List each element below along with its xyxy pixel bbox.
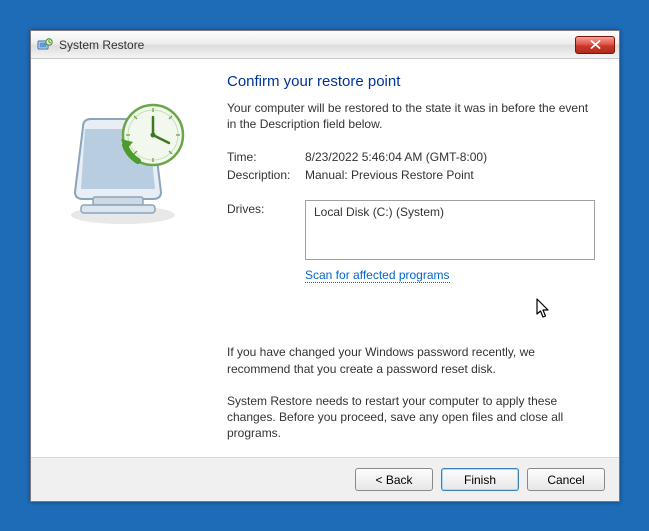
illustration-column <box>53 71 223 457</box>
description-label: Description: <box>227 168 305 182</box>
drives-listbox[interactable]: Local Disk (C:) (System) <box>305 200 595 260</box>
scan-link-row: Scan for affected programs <box>305 268 595 282</box>
system-restore-window: System Restore <box>30 30 620 502</box>
cancel-button[interactable]: Cancel <box>527 468 605 491</box>
time-row: Time: 8/23/2022 5:46:04 AM (GMT-8:00) <box>227 150 595 164</box>
restart-note: System Restore needs to restart your com… <box>227 393 595 442</box>
description-value: Manual: Previous Restore Point <box>305 168 474 182</box>
close-button[interactable] <box>575 36 615 54</box>
password-note: If you have changed your Windows passwor… <box>227 344 595 376</box>
content-area: Confirm your restore point Your computer… <box>31 59 619 457</box>
drive-item[interactable]: Local Disk (C:) (System) <box>314 205 586 219</box>
time-label: Time: <box>227 150 305 164</box>
main-column: Confirm your restore point Your computer… <box>223 71 595 457</box>
finish-button[interactable]: Finish <box>441 468 519 491</box>
time-value: 8/23/2022 5:46:04 AM (GMT-8:00) <box>305 150 487 164</box>
titlebar[interactable]: System Restore <box>31 31 619 59</box>
button-bar: < Back Finish Cancel <box>31 457 619 501</box>
page-heading: Confirm your restore point <box>227 73 595 90</box>
system-restore-illustration <box>53 97 203 237</box>
description-row: Description: Manual: Previous Restore Po… <box>227 168 595 182</box>
drives-label: Drives: <box>227 200 305 260</box>
page-description: Your computer will be restored to the st… <box>227 100 595 132</box>
back-button[interactable]: < Back <box>355 468 433 491</box>
window-title: System Restore <box>59 38 575 52</box>
scan-affected-programs-link[interactable]: Scan for affected programs <box>305 268 450 283</box>
drives-row: Drives: Local Disk (C:) (System) <box>227 200 595 260</box>
system-restore-icon <box>37 37 53 53</box>
